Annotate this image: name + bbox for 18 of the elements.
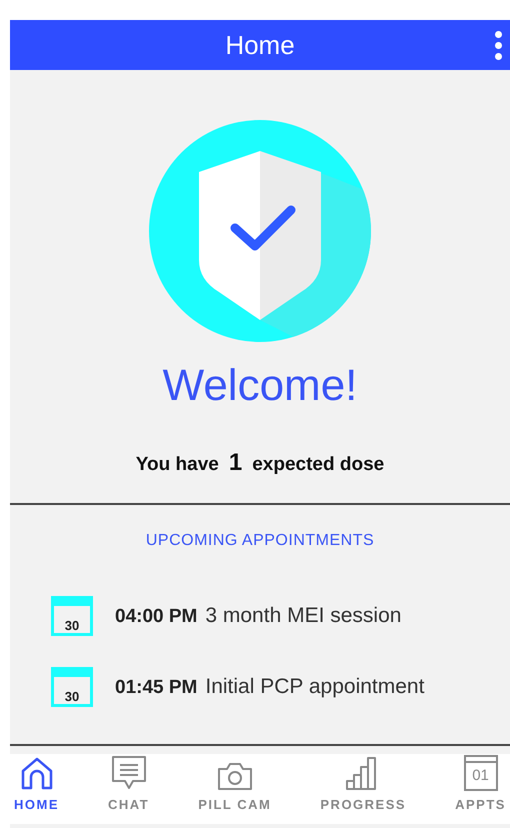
nav-tab[interactable]: HOME [10, 754, 63, 814]
dose-count: 1 [228, 448, 242, 478]
section-heading: UPCOMING APPOINTMENTS [146, 531, 374, 551]
screen-title: Home [225, 28, 295, 62]
calendar-day: 30 [64, 690, 80, 703]
appointment-title: Initial PCP appointment [205, 674, 424, 700]
nav-tab[interactable]: 01 APPTS [451, 754, 510, 814]
dose-text: expected dose [252, 453, 384, 477]
nav-tab[interactable]: PROGRESS [316, 754, 410, 814]
appointment-time: 04:00 PM [115, 605, 198, 630]
appointment-time: 01:45 PM [115, 676, 198, 700]
calendar-day: 01 [466, 768, 496, 782]
appointment-title: 3 month MEI session [205, 603, 402, 630]
nav-tab[interactable]: PILL CAM [194, 760, 276, 814]
dose-text: You have [136, 453, 219, 477]
welcome-heading: Welcome! [162, 364, 358, 408]
nav-tab[interactable]: CHAT [104, 754, 154, 814]
calendar-day: 30 [64, 619, 80, 632]
